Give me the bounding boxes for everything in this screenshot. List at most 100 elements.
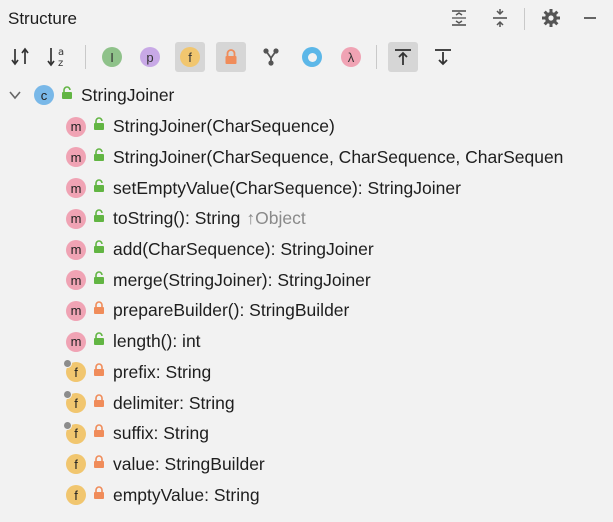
method-signature: merge(StringJoiner): StringJoiner [113,269,371,290]
show-lambdas-button[interactable]: λ [336,42,366,72]
svg-text:a: a [58,47,64,58]
hide-button[interactable] [578,6,602,30]
field-signature: suffix: String [113,423,209,444]
method-signature: StringJoiner(CharSequence, CharSequence,… [113,146,564,167]
private-lock-icon [93,363,105,382]
method-row[interactable]: m StringJoiner(CharSequence, CharSequence… [66,142,563,172]
method-signature: toString(): String [113,208,241,229]
public-lock-icon [93,209,105,228]
show-anonymous-button[interactable] [297,42,327,72]
autoscroll-from-source-button[interactable] [428,42,458,72]
autoscroll-from-source-icon [435,49,451,66]
field-icon: f [66,454,86,475]
inherited-from-label: ↑Object [246,208,306,229]
collapse-all-icon [493,9,507,27]
header-separator [524,8,525,30]
public-lock-icon [93,148,105,167]
field-icon: f [63,390,86,413]
public-lock-icon [93,270,105,290]
field-row[interactable]: f delimiter: String [63,388,235,418]
method-icon: m [66,178,86,199]
method-icon: m [66,147,86,168]
field-signature: prefix: String [113,361,212,382]
final-pin-icon [63,390,72,399]
sort-alphabetically-button[interactable]: a z [44,42,74,72]
public-lock-icon [93,240,105,259]
chevron-down-icon[interactable] [5,88,25,102]
method-icon: m [66,331,86,352]
structure-tree: c StringJoiner m StringJoiner(CharSequenc… [0,80,613,520]
field-icon: f [66,485,86,506]
panel-title: Structure [8,9,77,28]
method-signature: StringJoiner(CharSequence) [113,116,335,137]
private-lock-icon [93,301,105,320]
method-signature: prepareBuilder(): StringBuilder [113,300,350,321]
toolbar-separator [376,45,377,69]
sort-by-visibility-icon [11,47,29,66]
minimize-icon [584,17,596,19]
expand-all-button[interactable] [447,6,471,30]
method-row[interactable]: m prepareBuilder(): StringBuilder [66,296,349,326]
field-row[interactable]: f suffix: String [63,419,209,449]
field-row[interactable]: f value: StringBuilder [66,449,265,479]
field-signature: value: StringBuilder [113,453,265,474]
show-non-public-button[interactable] [216,42,246,72]
public-lock-icon [93,178,105,198]
public-lock-icon [93,117,105,136]
structure-toolbar: a z I p f λ [0,37,613,80]
class-icon: c [34,85,54,105]
tool-window-header: Structure [0,0,613,37]
toolbar-separator [85,45,86,69]
field-signature: emptyValue: String [113,484,260,505]
final-pin-icon [63,420,72,430]
method-signature: add(CharSequence): StringJoiner [113,239,374,259]
class-name: StringJoiner [81,84,175,105]
method-row[interactable]: m toString(): String ↑Object [66,204,306,234]
expand-all-icon [452,10,466,26]
show-fields-button[interactable]: f [175,42,205,72]
collapse-all-button[interactable] [488,6,512,30]
public-lock-icon [61,85,73,105]
group-methods-button[interactable] [256,42,286,72]
show-inherited-button[interactable]: I [97,42,127,72]
method-icon: m [66,239,86,260]
svg-text:z: z [58,58,63,69]
autoscroll-to-source-icon [395,49,411,65]
private-lock-icon [93,455,105,474]
autoscroll-to-source-button[interactable] [388,42,418,72]
method-icon: m [66,270,86,291]
show-fields-icon: f [180,47,200,67]
show-inherited-icon: I [102,47,122,67]
method-icon: m [66,300,86,321]
public-lock-icon [93,332,105,351]
show-non-public-icon [225,49,237,64]
field-icon: f [63,420,86,444]
private-lock-icon [93,485,105,505]
field-row[interactable]: f prefix: String [63,357,212,387]
method-icon: m [66,116,86,137]
method-row[interactable]: m length(): int [66,327,201,357]
settings-button[interactable] [539,6,563,30]
sort-alphabetically-icon: a z [47,47,64,69]
sort-by-visibility-button[interactable] [7,42,37,72]
method-row[interactable]: m StringJoiner(CharSequence) [66,112,335,142]
show-anonymous-icon [302,47,322,67]
gear-icon [542,9,560,27]
method-row[interactable]: m setEmptyValue(CharSequence): StringJoin… [66,173,461,203]
tree-root-row[interactable]: c StringJoiner [0,80,174,110]
field-row[interactable]: f emptyValue: String [66,480,260,510]
show-properties-button[interactable]: p [135,42,165,72]
private-lock-icon [93,393,105,413]
final-pin-icon [63,359,72,369]
method-row[interactable]: m add(CharSequence): StringJoiner [66,235,374,265]
show-lambdas-icon: λ [341,47,361,67]
method-signature: length(): int [113,331,201,352]
private-lock-icon [93,424,105,443]
show-properties-icon: p [140,47,160,67]
method-row[interactable]: m merge(StringJoiner): StringJoiner [66,265,371,295]
field-icon: f [63,359,86,383]
group-methods-icon [263,48,279,66]
method-icon: m [66,208,86,229]
field-signature: delimiter: String [113,392,235,413]
method-signature: setEmptyValue(CharSequence): StringJoine… [113,177,461,198]
